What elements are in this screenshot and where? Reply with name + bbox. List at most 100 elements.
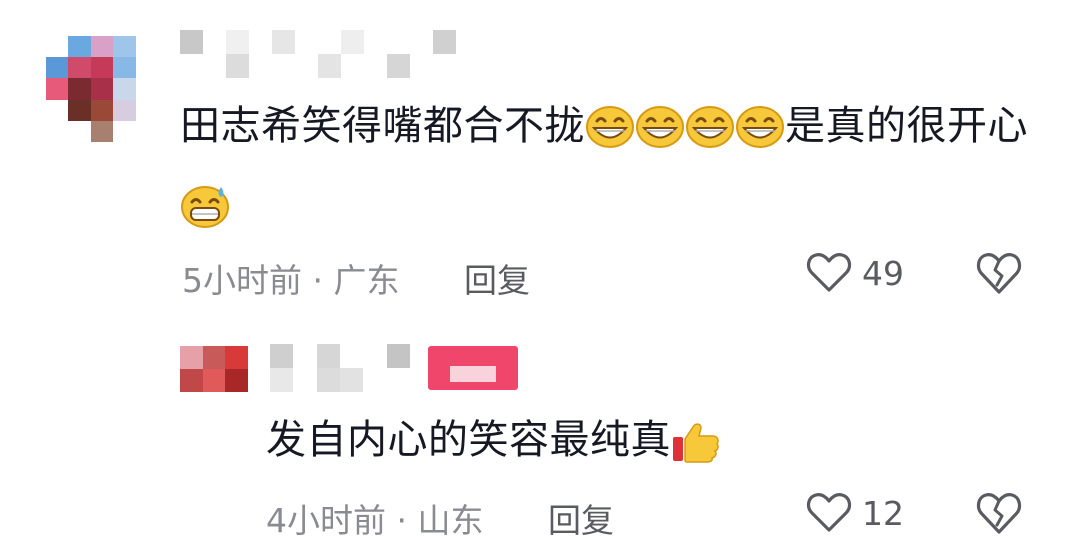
- mosaic-cell: [364, 54, 387, 78]
- mosaic-cell: [295, 30, 318, 54]
- sweat-grin-emoji-icon: [180, 185, 230, 229]
- thumbs-up-emoji-icon: [671, 419, 721, 463]
- mosaic-cell: [295, 54, 318, 78]
- mosaic-cell: [113, 78, 136, 100]
- reply-button[interactable]: 回复: [548, 501, 614, 540]
- mosaic-cell: [340, 368, 364, 392]
- reply-text: 发自内心的笑容最纯真: [266, 400, 1026, 480]
- mosaic-cell: [90, 99, 114, 121]
- mosaic-cell: [113, 120, 136, 142]
- reply-button[interactable]: 回复: [464, 261, 530, 300]
- like-button[interactable]: 49: [806, 252, 904, 294]
- mosaic-cell: [68, 78, 91, 100]
- comment-location: 广东: [333, 261, 400, 300]
- grin-emoji-icon: [685, 105, 735, 149]
- mosaic-cell: [341, 54, 364, 78]
- mosaic-cell: [340, 344, 364, 368]
- mosaic-cell: [249, 30, 272, 54]
- mosaic-cell: [180, 30, 203, 54]
- broken-heart-icon[interactable]: [976, 252, 1022, 296]
- reply-location: 山东: [417, 501, 484, 540]
- mosaic-cell: [270, 368, 294, 392]
- mosaic-cell: [46, 57, 69, 79]
- mosaic-cell: [318, 30, 341, 54]
- mosaic-cell: [387, 30, 410, 54]
- mosaic-cell: [135, 99, 158, 121]
- broken-heart-icon[interactable]: [976, 492, 1022, 536]
- grin-emoji-icon: [635, 105, 685, 149]
- mosaic-cell: [180, 369, 203, 392]
- mosaic-cell: [135, 120, 158, 142]
- mosaic-cell: [113, 57, 136, 79]
- mosaic-cell: [387, 54, 410, 78]
- like-count: 12: [862, 493, 904, 533]
- mosaic-cell: [293, 344, 317, 368]
- mosaic-cell: [386, 344, 410, 368]
- mosaic-cell: [410, 30, 433, 54]
- heart-icon[interactable]: [806, 252, 852, 294]
- mosaic-cell: [226, 30, 249, 54]
- mosaic-cell: [364, 30, 387, 54]
- mosaic-cell: [90, 120, 114, 142]
- author-tag-blurred-text: [450, 366, 496, 382]
- mosaic-cell: [90, 36, 114, 58]
- grin-emoji-icon: [735, 105, 785, 149]
- mosaic-cell: [68, 99, 91, 121]
- mosaic-cell: [386, 368, 410, 392]
- mosaic-cell: [272, 30, 295, 54]
- mosaic-cell: [293, 368, 317, 392]
- reply-username-blurred[interactable]: [270, 344, 410, 392]
- grin-emoji-icon: [585, 105, 635, 149]
- dislike-button[interactable]: [976, 492, 1022, 536]
- mosaic-cell: [113, 36, 136, 58]
- mosaic-cell: [410, 54, 433, 78]
- mosaic-cell: [180, 346, 203, 369]
- like-button[interactable]: 12: [806, 492, 904, 534]
- mosaic-cell: [433, 54, 456, 78]
- mosaic-cell: [46, 36, 69, 58]
- mosaic-cell: [202, 346, 226, 369]
- mosaic-cell: [68, 36, 91, 58]
- mosaic-cell: [363, 344, 387, 368]
- mosaic-cell: [272, 54, 295, 78]
- mosaic-cell: [203, 54, 226, 78]
- mosaic-cell: [68, 120, 91, 142]
- comment-text: 田志希笑得嘴都合不拢 是真的很开心: [180, 86, 1030, 246]
- mosaic-cell: [225, 369, 248, 392]
- author-tag: [428, 346, 518, 390]
- reply-text-content: 发自内心的笑容最纯真: [266, 417, 671, 463]
- comment-time: 5小时前: [182, 261, 302, 300]
- mosaic-cell: [270, 344, 294, 368]
- mosaic-cell: [202, 369, 226, 392]
- mosaic-cell: [249, 54, 272, 78]
- comment-text-part2: 是真的很开心: [785, 103, 1028, 149]
- meta-separator: ·: [312, 261, 324, 300]
- mosaic-cell: [341, 30, 364, 54]
- comment-text-part1: 田志希笑得嘴都合不拢: [180, 103, 585, 149]
- mosaic-cell: [226, 54, 249, 78]
- mosaic-cell: [135, 57, 158, 79]
- avatar[interactable]: [46, 36, 158, 142]
- reply-meta: 4小时前 · 山东 回复: [266, 494, 614, 542]
- mosaic-cell: [90, 57, 114, 79]
- mosaic-cell: [135, 78, 158, 100]
- mosaic-cell: [135, 36, 158, 58]
- mosaic-cell: [90, 78, 114, 100]
- mosaic-cell: [113, 99, 136, 121]
- mosaic-cell: [46, 120, 69, 142]
- mosaic-cell: [433, 30, 456, 54]
- mosaic-cell: [363, 368, 387, 392]
- mosaic-cell: [68, 57, 91, 79]
- username-blurred[interactable]: [180, 30, 456, 78]
- mosaic-cell: [316, 344, 340, 368]
- mosaic-cell: [46, 78, 69, 100]
- dislike-button[interactable]: [976, 252, 1022, 296]
- like-count: 49: [862, 253, 904, 293]
- mosaic-cell: [180, 54, 203, 78]
- comment-meta: 5小时前 · 广东 回复: [182, 254, 530, 302]
- heart-icon[interactable]: [806, 492, 852, 534]
- reply-avatar[interactable]: [180, 346, 248, 392]
- meta-separator: ·: [396, 501, 408, 540]
- mosaic-cell: [46, 99, 69, 121]
- mosaic-cell: [316, 368, 340, 392]
